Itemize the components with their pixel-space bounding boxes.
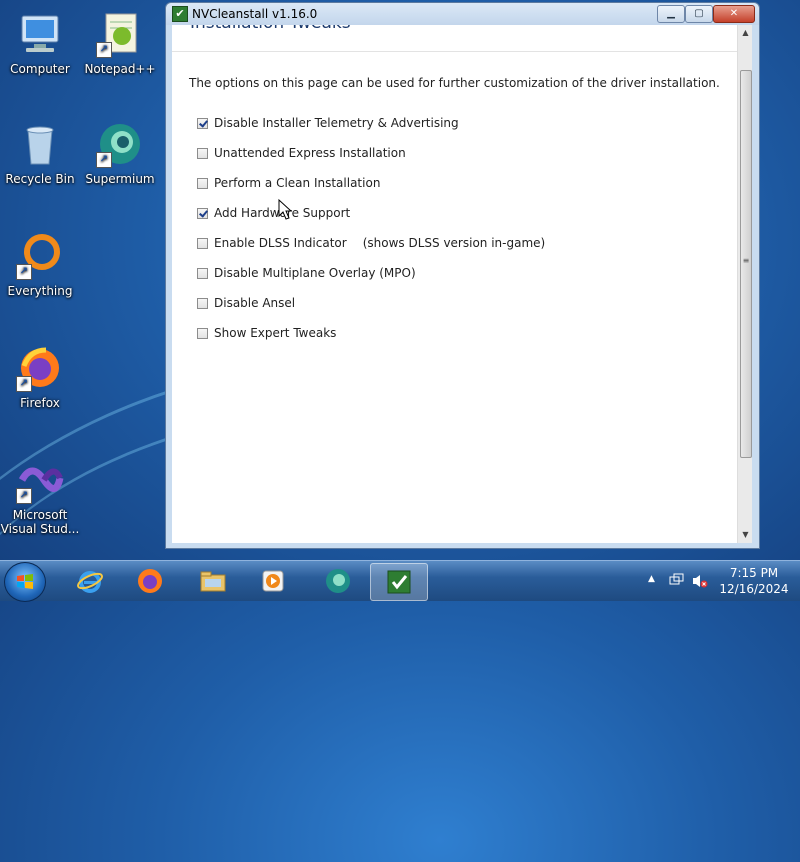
shortcut-arrow-icon: ↗ xyxy=(16,376,32,392)
internet-explorer-icon xyxy=(77,571,103,593)
option-disable-ansel[interactable]: Disable Ansel xyxy=(197,295,295,311)
nvcleanstall-window: ✔ NVCleanstall v1.16.0 ▁ ▢ ✕ Installatio… xyxy=(165,2,760,549)
option-dlss-indicator[interactable]: Enable DLSS Indicator (shows DLSS versio… xyxy=(197,235,545,251)
option-add-hardware-support[interactable]: Add Hardware Support xyxy=(197,205,350,221)
desktop-icon-everything[interactable]: ↗ Everything xyxy=(0,232,80,298)
visual-studio-icon: ↗ xyxy=(16,456,64,504)
show-hidden-icons-button[interactable]: ▲ xyxy=(648,574,655,584)
nvcleanstall-icon: ✔ xyxy=(172,6,188,22)
checkbox[interactable] xyxy=(197,237,208,249)
option-show-expert-tweaks[interactable]: Show Expert Tweaks xyxy=(197,325,336,341)
scrollbar-thumb[interactable]: ≡ xyxy=(740,70,752,458)
shortcut-arrow-icon: ↗ xyxy=(16,488,32,504)
supermium-icon xyxy=(326,569,350,593)
scroll-down-icon[interactable]: ▼ xyxy=(738,527,752,543)
checkbox[interactable] xyxy=(197,267,208,279)
maximize-button[interactable]: ▢ xyxy=(685,5,713,23)
supermium-icon: ↗ xyxy=(96,120,144,168)
option-label: Show Expert Tweaks xyxy=(214,326,337,340)
computer-icon xyxy=(16,10,64,58)
taskbar: ▲ 7:15 PM 12/16/2024 xyxy=(0,560,800,602)
option-label: Disable Multiplane Overlay (MPO) xyxy=(214,266,416,280)
option-label: Unattended Express Installation xyxy=(214,146,406,160)
option-label: Disable Ansel xyxy=(214,296,296,310)
grip-icon: ≡ xyxy=(742,256,750,265)
desktop-icon-notepadpp[interactable]: ↗ Notepad++ xyxy=(80,10,160,76)
start-button[interactable] xyxy=(4,562,46,602)
option-unattended-express[interactable]: Unattended Express Installation xyxy=(197,145,406,161)
option-disable-telemetry[interactable]: Disable Installer Telemetry & Advertisin… xyxy=(197,115,459,131)
option-disable-mpo[interactable]: Disable Multiplane Overlay (MPO) xyxy=(197,265,416,281)
shortcut-arrow-icon: ↗ xyxy=(96,152,112,168)
desktop-icon-recycle-bin[interactable]: Recycle Bin xyxy=(0,120,80,186)
checkbox[interactable] xyxy=(197,207,208,219)
window-title: NVCleanstall v1.16.0 xyxy=(192,7,318,21)
close-button[interactable]: ✕ xyxy=(713,5,755,23)
desktop-icon-computer[interactable]: Computer xyxy=(0,10,80,76)
everything-icon: ↗ xyxy=(16,232,64,280)
checkbox[interactable] xyxy=(197,117,208,129)
desktop-icon-visual-studio[interactable]: ↗ Microsoft Visual Stud... xyxy=(0,456,80,536)
nvcleanstall-icon xyxy=(387,570,411,594)
minimize-button[interactable]: ▁ xyxy=(657,5,685,23)
clock-time: 7:15 PM xyxy=(729,566,779,580)
scroll-up-icon[interactable]: ▲ xyxy=(738,25,752,41)
taskbar-supermium[interactable] xyxy=(310,563,366,599)
vertical-scrollbar[interactable]: ▲ ≡ ▼ xyxy=(737,25,752,543)
checkbox[interactable] xyxy=(197,177,208,189)
shortcut-arrow-icon: ↗ xyxy=(96,42,112,58)
firefox-icon xyxy=(138,569,162,593)
window-titlebar[interactable]: ✔ NVCleanstall v1.16.0 ▁ ▢ ✕ xyxy=(166,3,759,25)
taskbar-clock[interactable]: 7:15 PM 12/16/2024 xyxy=(712,565,796,597)
file-explorer-icon xyxy=(200,571,226,592)
option-note: (shows DLSS version in-game) xyxy=(362,236,546,250)
intro-text: The options on this page can be used for… xyxy=(189,76,720,90)
taskbar-file-explorer[interactable] xyxy=(185,563,241,599)
option-label: Perform a Clean Installation xyxy=(214,176,381,190)
firefox-icon: ↗ xyxy=(16,344,64,392)
option-clean-installation[interactable]: Perform a Clean Installation xyxy=(197,175,380,191)
taskbar-internet-explorer[interactable] xyxy=(62,563,118,599)
option-label: Enable DLSS Indicator xyxy=(214,236,347,250)
checkbox[interactable] xyxy=(197,327,208,339)
mouse-cursor-icon xyxy=(278,198,293,220)
checkbox[interactable] xyxy=(197,147,208,159)
taskbar-media-player[interactable] xyxy=(245,563,301,599)
checkbox[interactable] xyxy=(197,297,208,309)
media-player-icon xyxy=(262,570,284,592)
recycle-bin-icon xyxy=(16,120,64,168)
windows-logo-icon xyxy=(17,574,33,589)
network-icon[interactable] xyxy=(668,573,684,589)
shortcut-arrow-icon: ↗ xyxy=(16,264,32,280)
taskbar-nvcleanstall[interactable] xyxy=(370,563,428,601)
notepadpp-icon: ↗ xyxy=(96,10,144,58)
page-title: Installation Tweaks xyxy=(190,25,351,33)
taskbar-firefox[interactable] xyxy=(122,563,178,599)
desktop-icon-supermium[interactable]: ↗ Supermium xyxy=(80,120,160,186)
desktop-icon-firefox[interactable]: ↗ Firefox xyxy=(0,344,80,410)
volume-muted-icon[interactable] xyxy=(692,573,708,589)
option-label: Disable Installer Telemetry & Advertisin… xyxy=(214,116,459,130)
header-divider xyxy=(172,51,737,52)
clock-date: 12/16/2024 xyxy=(719,582,789,596)
window-content: Installation Tweaks The options on this … xyxy=(172,25,752,543)
